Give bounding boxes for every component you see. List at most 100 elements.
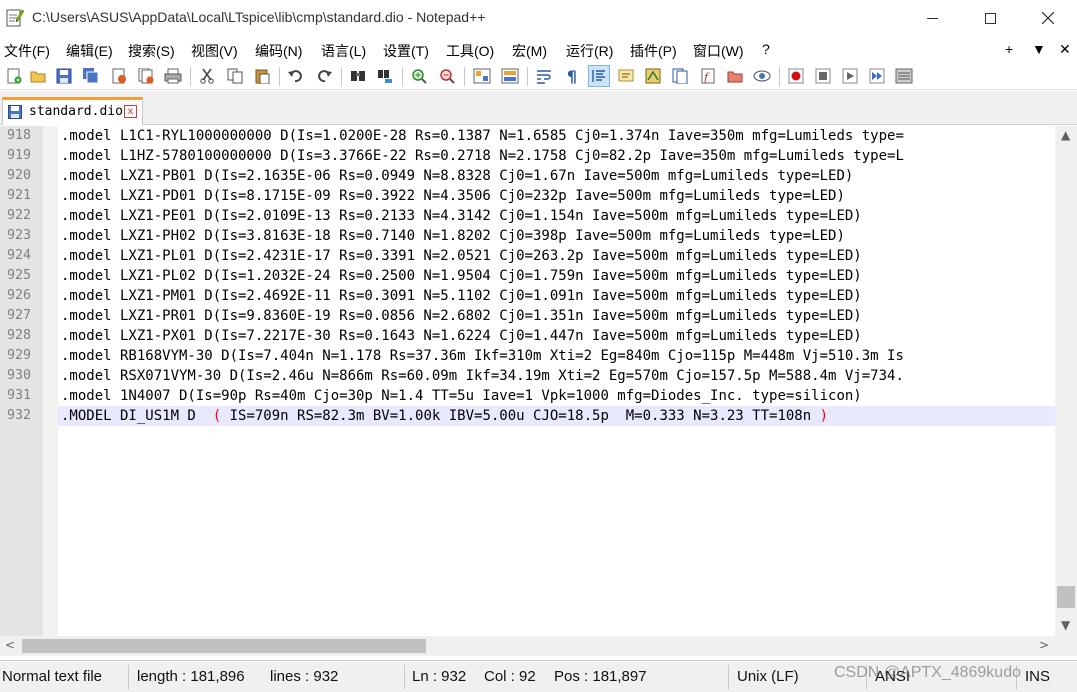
line-text[interactable]: .MODEL DI_US1M D ( IS=709n RS=82.3m BV=1… <box>61 406 828 426</box>
code-line[interactable]: 924 .model LXZ1-PL01 D(Is=2.4231E-17 Rs=… <box>0 246 1055 266</box>
paste-icon[interactable] <box>251 65 273 87</box>
menu-view[interactable]: 视图(V) <box>191 41 238 61</box>
function-list-icon[interactable]: f <box>697 65 719 87</box>
menu-language[interactable]: 语言(L) <box>321 41 366 61</box>
monitoring-icon[interactable] <box>751 65 773 87</box>
tab-close-button[interactable]: x <box>124 105 137 118</box>
line-text[interactable]: .model LXZ1-PD01 D(Is=8.1715E-09 Rs=0.39… <box>61 186 845 206</box>
line-text[interactable]: .model LXZ1-PM01 D(Is=2.4692E-11 Rs=0.30… <box>61 286 862 306</box>
scroll-up-icon[interactable]: ▲ <box>1061 128 1070 142</box>
minimize-button[interactable] <box>903 0 961 36</box>
menu-plugins[interactable]: 插件(P) <box>630 41 677 61</box>
line-text[interactable]: .model L1HZ-5780100000000 D(Is=3.3766E-2… <box>61 146 904 166</box>
code-line[interactable]: 930 .model RSX071VYM-30 D(Is=2.46u N=866… <box>0 366 1055 386</box>
undo-icon[interactable] <box>285 65 307 87</box>
replace-icon[interactable] <box>374 65 396 87</box>
show-all-chars-icon[interactable]: ¶ <box>561 65 583 87</box>
current-line[interactable]: 932 .MODEL DI_US1M D ( IS=709n RS=82.3m … <box>0 406 1055 426</box>
scroll-left-icon[interactable]: < <box>5 638 15 652</box>
tab-standard-dio[interactable]: standard.dio x <box>2 97 143 125</box>
line-text[interactable]: .model LXZ1-PH02 D(Is=3.8163E-18 Rs=0.71… <box>61 226 845 246</box>
sync-horizontal-icon[interactable] <box>499 65 521 87</box>
menu-settings[interactable]: 设置(T) <box>383 41 429 61</box>
line-text[interactable]: .model LXZ1-PL01 D(Is=2.4231E-17 Rs=0.33… <box>61 246 862 266</box>
doc-list-icon[interactable] <box>669 65 691 87</box>
line-text[interactable]: .model LXZ1-PX01 D(Is=7.2217E-30 Rs=0.16… <box>61 326 862 346</box>
code-line[interactable]: 929 .model RB168VYM-30 D(Is=7.404n N=1.1… <box>0 346 1055 366</box>
code-line[interactable]: 923 .model LXZ1-PH02 D(Is=3.8163E-18 Rs=… <box>0 226 1055 246</box>
menu-macro[interactable]: 宏(M) <box>512 41 547 61</box>
close-icon[interactable] <box>108 65 130 87</box>
horizontal-scrollbar[interactable]: < > <box>0 636 1077 656</box>
scroll-right-icon[interactable]: > <box>1039 638 1049 652</box>
doc-map-icon[interactable] <box>642 65 664 87</box>
sync-vertical-icon[interactable] <box>471 65 493 87</box>
code-line[interactable]: 927 .model LXZ1-PR01 D(Is=9.8360E-19 Rs=… <box>0 306 1055 326</box>
line-text[interactable]: .model LXZ1-PR01 D(Is=9.8360E-19 Rs=0.08… <box>61 306 862 326</box>
notepad-plus-plus-icon[interactable] <box>6 8 25 27</box>
line-text[interactable]: .model L1C1-RYL1000000000 D(Is=1.0200E-2… <box>61 126 904 146</box>
menu-window[interactable]: 窗口(W) <box>693 41 744 61</box>
new-file-icon[interactable] <box>3 65 25 87</box>
menu-encoding[interactable]: 编码(N) <box>255 41 302 61</box>
line-number: 930 <box>7 368 32 383</box>
status-insert-mode[interactable]: INS <box>1025 668 1050 685</box>
cut-icon[interactable] <box>196 65 218 87</box>
close-window-button[interactable] <box>1019 0 1077 36</box>
udl-icon[interactable] <box>615 65 637 87</box>
code-line[interactable]: 926 .model LXZ1-PM01 D(Is=2.4692E-11 Rs=… <box>0 286 1055 306</box>
print-icon[interactable] <box>162 65 184 87</box>
zoom-in-icon[interactable] <box>408 65 430 87</box>
line-number: 921 <box>7 188 32 203</box>
code-line[interactable]: 925 .model LXZ1-PL02 D(Is=1.2032E-24 Rs=… <box>0 266 1055 286</box>
find-icon[interactable] <box>347 65 369 87</box>
menu-help[interactable]: ? <box>762 41 770 57</box>
scroll-down-icon[interactable]: ▼ <box>1061 618 1070 632</box>
line-text[interactable]: .model LXZ1-PL02 D(Is=1.2032E-24 Rs=0.25… <box>61 266 862 286</box>
close-document-button[interactable]: ✕ <box>1059 41 1071 58</box>
line-number: 931 <box>7 388 32 403</box>
record-macro-icon[interactable] <box>785 65 807 87</box>
play-macro-icon[interactable] <box>839 65 861 87</box>
line-text[interactable]: .model LXZ1-PB01 D(Is=2.1635E-06 Rs=0.09… <box>61 166 853 186</box>
code-line[interactable]: 922 .model LXZ1-PE01 D(Is=2.0109E-13 Rs=… <box>0 206 1055 226</box>
menu-run[interactable]: 运行(R) <box>566 41 613 61</box>
menu-search[interactable]: 搜索(S) <box>128 41 175 61</box>
copy-icon[interactable] <box>224 65 246 87</box>
maximize-button[interactable] <box>961 0 1019 36</box>
code-line[interactable]: 919 .model L1HZ-5780100000000 D(Is=3.376… <box>0 146 1055 166</box>
status-file-type: Normal text file <box>2 668 103 685</box>
indent-guide-icon[interactable] <box>588 65 610 87</box>
horizontal-scroll-thumb[interactable] <box>22 639 426 653</box>
run-macro-multiple-icon[interactable] <box>866 65 888 87</box>
line-text[interactable]: .model RSX071VYM-30 D(Is=2.46u N=866m Rs… <box>61 366 904 386</box>
code-line[interactable]: 920 .model LXZ1-PB01 D(Is=2.1635E-06 Rs=… <box>0 166 1055 186</box>
folder-workspace-icon[interactable] <box>724 65 746 87</box>
code-line[interactable]: 921 .model LXZ1-PD01 D(Is=8.1715E-09 Rs=… <box>0 186 1055 206</box>
code-line[interactable]: 931 .model 1N4007 D(Is=90p Rs=40m Cjo=30… <box>0 386 1055 406</box>
save-all-icon[interactable] <box>80 65 102 87</box>
word-wrap-icon[interactable] <box>533 65 555 87</box>
new-tab-button[interactable]: + <box>1005 41 1013 57</box>
menu-edit[interactable]: 编辑(E) <box>66 41 113 61</box>
editor-area[interactable]: 918 .model L1C1-RYL1000000000 D(Is=1.020… <box>0 126 1055 636</box>
vertical-scrollbar[interactable]: ▲ ▼ <box>1055 126 1077 636</box>
tab-list-button[interactable]: ▼ <box>1032 41 1046 57</box>
save-macro-icon[interactable] <box>893 65 915 87</box>
line-text[interactable]: .model LXZ1-PE01 D(Is=2.0109E-13 Rs=0.21… <box>61 206 862 226</box>
line-text[interactable]: .model RB168VYM-30 D(Is=7.404n N=1.178 R… <box>61 346 904 366</box>
line-text[interactable]: .model 1N4007 D(Is=90p Rs=40m Cjo=30p N=… <box>61 386 862 406</box>
zoom-out-icon[interactable] <box>436 65 458 87</box>
open-paren-highlight: ( <box>212 408 222 424</box>
open-file-icon[interactable] <box>27 65 49 87</box>
menu-tools[interactable]: 工具(O) <box>446 41 494 61</box>
close-all-icon[interactable] <box>135 65 157 87</box>
stop-macro-icon[interactable] <box>812 65 834 87</box>
redo-icon[interactable] <box>313 65 335 87</box>
code-line[interactable]: 928 .model LXZ1-PX01 D(Is=7.2217E-30 Rs=… <box>0 326 1055 346</box>
save-icon[interactable] <box>53 65 75 87</box>
code-line[interactable]: 918 .model L1C1-RYL1000000000 D(Is=1.020… <box>0 126 1055 146</box>
vertical-scroll-thumb[interactable] <box>1057 586 1075 608</box>
status-eol[interactable]: Unix (LF) <box>737 668 799 685</box>
menu-file[interactable]: 文件(F) <box>4 41 50 61</box>
